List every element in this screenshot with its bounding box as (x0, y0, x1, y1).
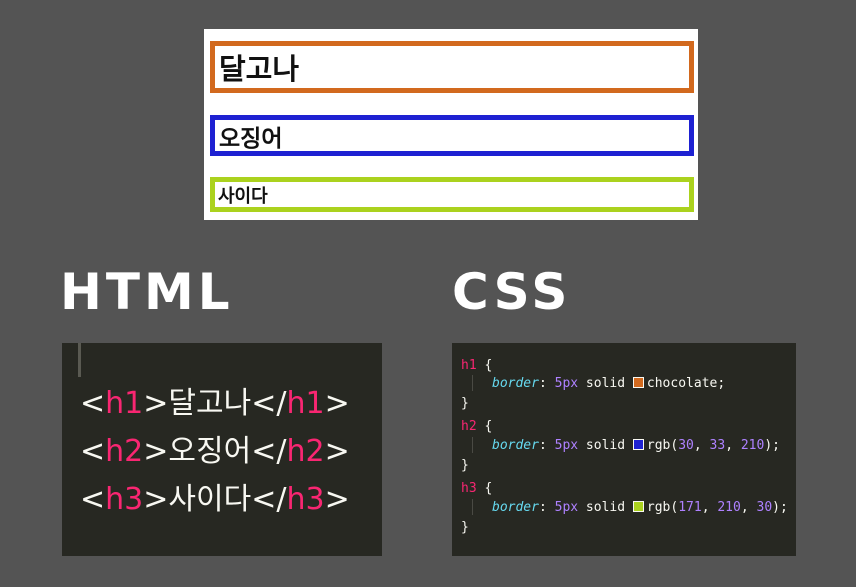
color-swatch-icon (632, 501, 644, 512)
tag-content: 사이다 (168, 482, 252, 517)
indent-guide (472, 437, 473, 453)
css-rgb-r: 30 (678, 438, 694, 453)
css-property: border (492, 500, 539, 515)
rendered-preview: 달고나 오징어 사이다 (204, 29, 698, 220)
html-code-line: <h2>오징어</h2> (80, 434, 350, 469)
html-code-line: <h1>달고나</h1> (80, 386, 350, 421)
css-declaration: border: 5px solid rgb(171, 210, 30); (492, 500, 788, 515)
open-tag: h3 (105, 482, 144, 517)
close-tag: h2 (286, 434, 325, 469)
preview-h2: 오징어 (210, 115, 694, 156)
text-cursor (78, 343, 81, 377)
css-code-panel: h1 { border: 5px solid chocolate; } h2 {… (452, 343, 796, 556)
css-selector-line: h2 { (461, 419, 493, 434)
html-code-panel: <h1>달고나</h1> <h2>오징어</h2> <h3>사이다</h3> (62, 343, 382, 556)
css-brace: } (461, 520, 469, 535)
css-rgb-g: 33 (709, 438, 726, 453)
css-property: border (492, 376, 539, 391)
css-rgb-b: 210 (740, 438, 765, 453)
close-tag: h3 (286, 482, 325, 517)
css-selector: h3 (461, 481, 477, 496)
css-rgb-g: 210 (717, 500, 741, 515)
css-brace: } (461, 458, 469, 473)
css-declaration: border: 5px solid chocolate; (492, 376, 726, 391)
css-property: border (492, 438, 539, 453)
css-rgb-r: 171 (678, 500, 702, 515)
indent-guide (472, 375, 473, 391)
tag-content: 오징어 (168, 434, 252, 469)
css-selector-line: h3 { (461, 481, 493, 496)
open-tag: h1 (105, 386, 144, 421)
css-brace: } (461, 396, 469, 411)
preview-h3: 사이다 (210, 177, 694, 212)
indent-guide (472, 499, 473, 515)
color-swatch-icon (632, 377, 644, 388)
html-label: HTML (60, 263, 234, 321)
close-tag: h1 (286, 386, 325, 421)
css-color-func: rgb (646, 500, 671, 515)
tag-content: 달고나 (168, 386, 252, 421)
css-color-func: rgb (646, 438, 671, 453)
css-selector-line: h1 { (461, 358, 493, 373)
preview-h1: 달고나 (210, 41, 694, 93)
html-code-line: <h3>사이다</h3> (80, 482, 350, 517)
color-swatch-icon (632, 439, 644, 450)
css-selector: h2 (461, 419, 477, 434)
css-color-value: chocolate (646, 376, 718, 391)
open-tag: h2 (105, 434, 144, 469)
css-selector: h1 (461, 358, 477, 373)
css-rgb-b: 30 (756, 500, 773, 515)
css-declaration: border: 5px solid rgb(30, 33, 210); (492, 438, 780, 453)
css-label: CSS (452, 263, 572, 321)
